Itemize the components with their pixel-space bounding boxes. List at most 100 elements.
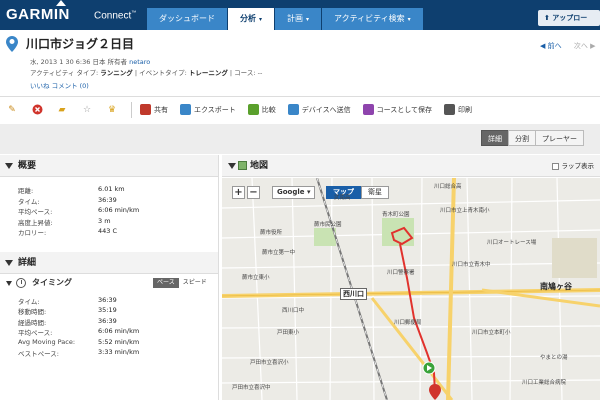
prev-link[interactable]: ◀ 前へ [540,42,562,50]
place-label: 南鳩ヶ谷 [540,282,572,291]
event-value[interactable]: トレーニング [189,69,228,77]
event-label: | イベントタイプ: [134,69,187,77]
toolbar-divider [131,101,132,118]
place-label: 川口市立本町小 [472,330,511,336]
details-title: 詳細 [18,257,37,268]
map-icon [238,161,247,170]
place-label: 蕨市役所 [260,230,283,236]
map-header[interactable]: 地図 ラップ表示 [222,155,600,177]
toggle-pace[interactable]: ペース [153,277,179,288]
map-provider-select[interactable]: Google ▾ [272,186,316,199]
nav-dashboard-label: ダッシュボード [159,14,215,23]
stats-panel: 概要 距離: 6.01 km タイム: 36:39 平均ペース: 6:06 min/k… [0,155,219,400]
activity-toolbar: ✎ ▰ ☆ ♛ 共有 エクスポート 比較 デバイスへ送信 コースとして保存 印刷 [0,96,600,122]
stat-row: 経過時間: 36:39 [18,317,218,328]
send-label: デバイスへ送信 [301,105,351,114]
badge-icon[interactable]: ♛ [106,104,118,116]
main-nav: ダッシュボード 分析 ▾ 計画 ▾ アクティビティ検索 ▾ [147,8,424,30]
route-map[interactable]: + − Google ▾ マップ 衛星 西川口 南鳩ヶ谷 青木町公園 川口警察署… [222,178,600,400]
upload-button[interactable]: ⬆ アップロード [538,10,600,38]
stat-value: 36:39 [98,295,117,304]
stat-value: 36:39 [98,316,117,325]
nav-plan[interactable]: 計画 ▾ [275,8,322,30]
stat-value: 3:33 min/km [98,348,140,356]
stat-value: 35:19 [98,306,117,314]
compare-label: 比較 [261,105,276,114]
type-value[interactable]: ランニング [100,69,133,77]
map-type-satellite[interactable]: 衛星 [361,186,389,199]
place-label: 青木町公園 [382,212,410,218]
print-label: 印刷 [458,105,473,114]
place-label: 蕨市立東小 [242,275,270,281]
stat-value: 3 m [98,216,111,225]
nav-plan-label: 計画 [287,14,304,23]
nav-dashboard[interactable]: ダッシュボード [147,8,227,30]
overview-title: 概要 [18,161,37,171]
stat-row: ベストペース: 3:33 min/km [18,348,218,359]
print-button[interactable]: 印刷 [444,104,472,115]
send-to-device-button[interactable]: デバイスへ送信 [287,104,351,115]
top-header: GARMIN Connect™ ダッシュボード 分析 ▾ 計画 ▾ アクティビティ検… [0,0,600,38]
device-icon [287,104,299,115]
stat-key: 高度上昇値: [18,218,53,227]
stat-value: 5:52 min/km [98,337,140,346]
tab-splits[interactable]: 分割 [508,130,536,146]
nav-activity-search[interactable]: アクティビティ検索 ▾ [322,8,423,30]
save-as-course-button[interactable]: コースとして保存 [362,104,433,115]
collapse-triangle-icon [5,163,13,169]
star-icon[interactable]: ☆ [81,104,93,116]
share-button[interactable]: 共有 [140,104,168,115]
nav-analysis[interactable]: 分析 ▾ [228,8,275,30]
activity-type-row: アクティビティ タイプ: ランニング | イベントタイプ: トレーニング | コ… [30,67,262,77]
toggle-speed[interactable]: スピード [179,278,211,288]
owner-link[interactable]: netaro [129,58,150,66]
activity-date: 水, 2013 1 30 6:36 日本 所有者 [30,58,128,66]
stat-key: 経過時間: [18,318,47,327]
type-label: アクティビティ タイプ: [30,69,99,77]
stat-row: 平均ペース: 6:06 min/km [18,327,218,338]
logo-triangle-icon [56,0,66,6]
activity-title[interactable]: 川口市ジョグ２日目 [26,35,134,52]
compare-button[interactable]: 比較 [247,104,276,115]
export-label: エクスポート [194,105,236,114]
stat-value: 443 C [98,227,118,235]
tab-details[interactable]: 詳細 [481,130,509,146]
garmin-logo[interactable]: GARMIN [6,6,70,23]
stat-key: 距離: [18,187,34,195]
stat-row: Avg Moving Pace: 5:52 min/km [18,338,218,349]
timing-header[interactable]: タイミング ペース スピード [0,274,218,292]
stat-key: カロリー: [18,229,47,237]
zoom-in-button[interactable]: + [232,186,245,199]
stat-key: 移動時間: [18,308,47,316]
view-tabs: 詳細 分割 プレーヤー [481,130,584,146]
tab-player[interactable]: プレーヤー [535,130,584,146]
collapse-triangle-icon [5,259,13,266]
collapse-triangle-icon [6,280,12,286]
overview-header[interactable]: 概要 [0,155,218,177]
station-label: 西川口 [340,288,367,300]
nav-analysis-label: 分析 [240,14,256,23]
stat-row: タイム: 36:39 [18,196,218,207]
next-link[interactable]: 次へ ▶ [574,42,596,50]
chevron-down-icon: ▾ [306,16,310,23]
zoom-out-button[interactable]: − [247,186,260,199]
place-label: 蕨市民公園 [314,222,342,228]
details-header[interactable]: 詳細 [0,251,218,274]
lap-display-checkbox[interactable]: ラップ表示 [551,155,595,177]
place-label: 戸田市立喜沢中 [232,385,271,391]
stat-row: 距離: 6.01 km [18,185,218,196]
lock-icon[interactable]: ▰ [56,104,68,116]
course-icon [362,104,374,115]
activity-date-owner: 水, 2013 1 30 6:36 日本 所有者 netaro [30,56,150,66]
edit-icon[interactable]: ✎ [6,104,18,116]
stat-row: カロリー: 443 C [18,227,218,238]
export-button[interactable]: エクスポート [180,104,236,115]
nav-activity-search-label: アクティビティ検索 [334,14,405,23]
delete-icon[interactable] [31,104,43,116]
timing-stats: タイム: 36:39 移動時間: 35:19 経過時間: 36:39 平均ペース: 6:… [0,292,218,359]
stat-key: タイム: [18,197,40,206]
lap-display-label: ラップ表示 [561,162,595,170]
connect-logo: Connect™ [94,10,136,21]
likes-comments[interactable]: いいね コメント (0) [30,80,89,90]
save-course-label: コースとして保存 [376,105,433,114]
